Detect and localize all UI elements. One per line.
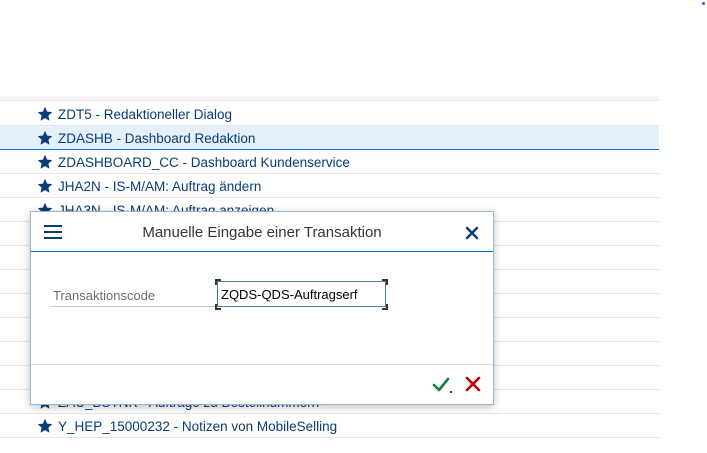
focus-bracket (382, 304, 388, 310)
focus-bracket (382, 279, 388, 285)
star-icon (37, 130, 53, 145)
list-item[interactable]: ZDASHBOARD_CC - Dashboard Kundenservice (0, 150, 659, 174)
cancel-button[interactable] (464, 375, 482, 393)
manual-transaction-dialog: Manuelle Eingabe einer Transaktion Trans… (30, 211, 494, 405)
list-item-label: ZDASHBOARD_CC - Dashboard Kundenservice (58, 155, 350, 170)
star-icon (37, 154, 53, 169)
indicator-dot (702, 2, 705, 5)
list-item[interactable]: JHA2N - IS-M/AM: Auftrag ändern (0, 174, 659, 198)
list-item[interactable]: ZDT5 - Redaktioneller Dialog (0, 102, 659, 126)
list-item[interactable]: Y_HEP_15000232 - Notizen von MobileSelli… (0, 414, 659, 438)
close-icon (465, 226, 479, 240)
ok-button[interactable] (431, 375, 451, 395)
dialog-title: Manuelle Eingabe einer Transaktion (142, 224, 382, 241)
focus-bracket (215, 304, 221, 310)
star-icon (37, 106, 53, 121)
transaction-code-input[interactable] (217, 281, 386, 307)
label-underline (51, 306, 215, 307)
cancel-x-icon (465, 376, 481, 392)
close-button[interactable] (464, 225, 480, 241)
list-item[interactable]: ZDASHB - Dashboard Redaktion (0, 126, 659, 150)
checkmark-icon (432, 377, 450, 392)
list-top-strip (0, 96, 659, 101)
focus-bracket (215, 279, 221, 285)
dialog-header: Manuelle Eingabe einer Transaktion (31, 212, 493, 252)
transaction-code-label: Transaktionscode (53, 288, 156, 303)
ok-button-indicator (450, 391, 452, 393)
dialog-footer (31, 364, 493, 404)
star-icon (37, 418, 53, 433)
list-item-label: ZDASHB - Dashboard Redaktion (58, 131, 256, 146)
list-item-label: JHA2N - IS-M/AM: Auftrag ändern (58, 179, 262, 194)
dialog-body: Transaktionscode (31, 252, 493, 364)
list-item-label: Y_HEP_15000232 - Notizen von MobileSelli… (58, 419, 338, 434)
list-item-label: ZDT5 - Redaktioneller Dialog (58, 107, 233, 122)
star-icon (37, 178, 53, 193)
